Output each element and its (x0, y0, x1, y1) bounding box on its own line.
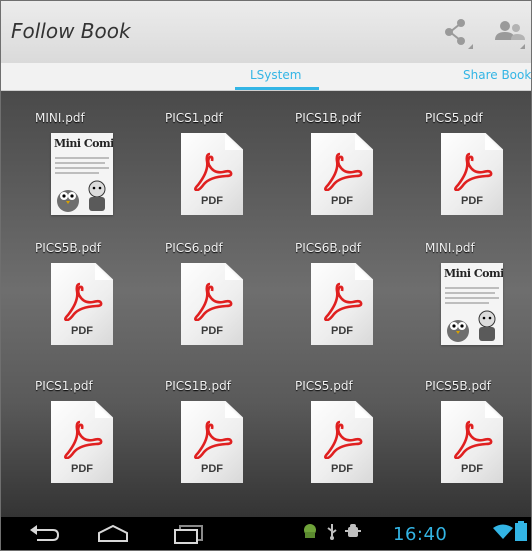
text-line (445, 287, 499, 289)
owl-illustration-icon (447, 320, 469, 342)
acrobat-logo-icon (454, 152, 493, 191)
file-name: PICS5.pdf (425, 111, 483, 125)
file-name: PICS6.pdf (165, 241, 223, 255)
file-item[interactable]: PICS1.pdf PDF (35, 379, 145, 499)
battery-icon (515, 521, 527, 541)
file-name: MINI.pdf (35, 111, 85, 125)
text-line (445, 302, 489, 304)
text-line (55, 162, 105, 164)
file-item[interactable]: PICS1B.pdf PDF (295, 111, 405, 231)
file-name: PICS5.pdf (295, 379, 353, 393)
pdf-label: PDF (201, 463, 223, 475)
acrobat-logo-icon (324, 152, 363, 191)
acrobat-logo-icon (64, 282, 103, 321)
text-line (55, 172, 99, 174)
text-line (55, 157, 109, 159)
recent-apps-icon[interactable] (172, 524, 206, 544)
pdf-label: PDF (461, 195, 483, 207)
text-line (445, 292, 495, 294)
file-item[interactable]: PICS1B.pdf PDF (165, 379, 275, 499)
tab-lsystem[interactable]: LSystem (250, 68, 301, 82)
pdf-file-icon: PDF (441, 133, 503, 215)
pdf-label: PDF (71, 463, 93, 475)
selected-tab-indicator (235, 87, 319, 90)
file-name: PICS1.pdf (35, 379, 93, 393)
pdf-file-icon: PDF (441, 401, 503, 483)
text-line (55, 167, 109, 169)
debug-icon (345, 524, 361, 537)
comic-cover-title: Mini Comics (54, 137, 113, 150)
pdf-file-icon: PDF (311, 133, 373, 215)
acrobat-logo-icon (194, 282, 233, 321)
file-item[interactable]: MINI.pdf Mini Comics (35, 111, 145, 231)
pdf-file-icon: PDF (51, 263, 113, 345)
wifi-icon (493, 524, 513, 539)
file-item[interactable]: PICS5.pdf PDF (295, 379, 405, 499)
pdf-file-icon: PDF (311, 263, 373, 345)
owl-illustration-icon (57, 190, 79, 212)
acrobat-logo-icon (64, 420, 103, 459)
comic-cover: Mini Comics (441, 263, 503, 345)
file-name: PICS1B.pdf (295, 111, 361, 125)
pdf-label: PDF (201, 325, 223, 337)
text-line (445, 297, 499, 299)
android-icon (304, 524, 316, 538)
action-bar: Follow Book (1, 1, 531, 63)
file-name: PICS1B.pdf (165, 379, 231, 393)
file-item[interactable]: PICS5B.pdf PDF (425, 379, 531, 499)
pdf-file-icon: PDF (181, 133, 243, 215)
app-title: Follow Book (11, 19, 131, 43)
pdf-label: PDF (201, 195, 223, 207)
file-item[interactable]: PICS5B.pdf PDF (35, 241, 145, 361)
comic-thumbnail: Mini Comics (441, 263, 503, 345)
usb-icon (327, 524, 337, 540)
pdf-file-icon: PDF (181, 263, 243, 345)
comic-thumbnail: Mini Comics (51, 133, 113, 215)
file-name: PICS6B.pdf (295, 241, 361, 255)
system-bar (1, 517, 531, 550)
back-icon[interactable] (27, 524, 61, 544)
overflow-corner (468, 44, 473, 49)
app-window: Follow Book LSystem Share Book MINI.pdf … (0, 0, 532, 551)
file-item[interactable]: PICS1.pdf PDF (165, 111, 275, 231)
pdf-label: PDF (331, 463, 353, 475)
file-item[interactable]: PICS5.pdf PDF (425, 111, 531, 231)
pdf-file-icon: PDF (181, 401, 243, 483)
accounts-button[interactable] (485, 9, 531, 55)
pdf-label: PDF (461, 463, 483, 475)
file-item[interactable]: PICS6.pdf PDF (165, 241, 275, 361)
file-grid: MINI.pdfMini ComicsPICS1.pdfPDFPICS1B.pd… (1, 91, 531, 535)
acrobat-logo-icon (194, 420, 233, 459)
status-clock: 16:40 (393, 524, 448, 545)
overflow-corner (520, 44, 525, 49)
file-name: MINI.pdf (425, 241, 475, 255)
comic-cover: Mini Comics (51, 133, 113, 215)
file-item[interactable]: PICS6B.pdf PDF (295, 241, 405, 361)
comic-cover-title: Mini Comics (444, 267, 503, 280)
pdf-file-icon: PDF (51, 401, 113, 483)
tab-share-book[interactable]: Share Book (463, 68, 531, 82)
pdf-label: PDF (331, 325, 353, 337)
pdf-label: PDF (71, 325, 93, 337)
home-icon[interactable] (96, 524, 130, 544)
acrobat-logo-icon (194, 152, 233, 191)
acrobat-logo-icon (324, 282, 363, 321)
character-illustration-icon (478, 310, 496, 341)
file-name: PICS1.pdf (165, 111, 223, 125)
file-name: PICS5B.pdf (425, 379, 491, 393)
character-illustration-icon (88, 180, 106, 211)
acrobat-logo-icon (324, 420, 363, 459)
pdf-label: PDF (331, 195, 353, 207)
acrobat-logo-icon (454, 420, 493, 459)
file-name: PICS5B.pdf (35, 241, 101, 255)
file-item[interactable]: MINI.pdf Mini Comics (425, 241, 531, 361)
share-button[interactable] (433, 9, 479, 55)
pdf-file-icon: PDF (311, 401, 373, 483)
